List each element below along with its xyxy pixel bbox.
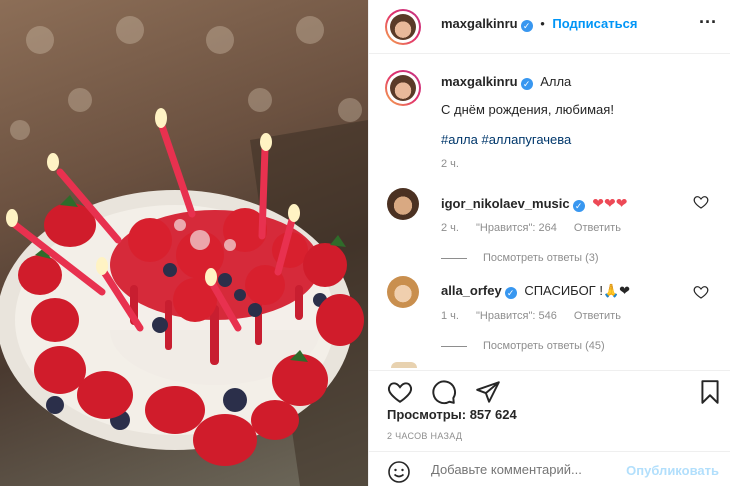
reply-button[interactable]: Ответить bbox=[574, 222, 621, 234]
replies-divider bbox=[441, 345, 467, 347]
comment-likes[interactable]: "Нравится": 264 bbox=[476, 222, 557, 234]
share-icon[interactable] bbox=[475, 379, 501, 405]
author-name-row: maxgalkinru ✓ • Подписаться bbox=[441, 16, 637, 32]
post-details-panel: maxgalkinru ✓ • Подписаться ··· maxgalkin… bbox=[368, 0, 730, 486]
add-comment-row: Опубликовать bbox=[369, 451, 730, 486]
commenter-username[interactable]: alla_orfey bbox=[441, 283, 502, 298]
comment-time: 1 ч. bbox=[441, 310, 459, 322]
comment-like-heart-icon[interactable] bbox=[693, 194, 709, 210]
publish-button[interactable]: Опубликовать bbox=[626, 463, 719, 478]
separator-dot: • bbox=[540, 16, 545, 31]
author-avatar[interactable] bbox=[385, 9, 421, 45]
follow-button[interactable]: Подписаться bbox=[552, 16, 637, 31]
commenter-avatar[interactable] bbox=[387, 188, 419, 220]
bookmark-icon[interactable] bbox=[697, 379, 723, 405]
comment-icon[interactable] bbox=[431, 379, 457, 405]
verified-badge-icon: ✓ bbox=[520, 78, 533, 90]
view-replies-button[interactable]: Посмотреть ответы (45) bbox=[441, 340, 605, 352]
comment-item: alla_orfey ✓ СПАСИБОГ !🙏❤ 1 ч. "Нравится"… bbox=[369, 276, 730, 356]
more-icon[interactable]: ··· bbox=[699, 12, 717, 33]
caption-greeting: С днём рождения, любимая! bbox=[441, 102, 614, 117]
comment-body: alla_orfey ✓ СПАСИБОГ !🙏❤ bbox=[441, 283, 630, 299]
verified-badge-icon: ✓ bbox=[520, 20, 533, 32]
comment-input[interactable] bbox=[431, 462, 621, 477]
comment-text: ❤❤❤ bbox=[592, 195, 628, 211]
post-header: maxgalkinru ✓ • Подписаться ··· bbox=[369, 0, 730, 54]
post-photo[interactable] bbox=[0, 0, 368, 486]
post-actions: Просмотры: 857 624 2 ЧАСОВ НАЗАД Опублик… bbox=[369, 370, 730, 486]
comment-meta: 2 ч. "Нравится": 264 Ответить bbox=[441, 222, 635, 234]
caption-author-avatar[interactable] bbox=[385, 70, 421, 106]
post-age: 2 ЧАСОВ НАЗАД bbox=[387, 431, 463, 441]
birthday-cake-image bbox=[0, 16, 368, 486]
caption-author-username[interactable]: maxgalkinru bbox=[441, 74, 518, 89]
verified-badge-icon: ✓ bbox=[572, 200, 585, 212]
comment-like-heart-icon[interactable] bbox=[693, 284, 709, 300]
commenter-username[interactable]: igor_nikolaev_music bbox=[441, 196, 570, 211]
replies-divider bbox=[441, 257, 467, 259]
smile-icon[interactable] bbox=[387, 460, 411, 484]
comment-item: igor_nikolaev_music ✓ ❤❤❤ 2 ч. "Нравится"… bbox=[369, 188, 730, 268]
commenter-avatar[interactable] bbox=[387, 276, 419, 308]
author-username[interactable]: maxgalkinru bbox=[441, 16, 518, 31]
caption-hashtags[interactable]: #алла #аллапугачева bbox=[441, 132, 571, 147]
caption-text: Алла bbox=[540, 74, 572, 89]
caption-header: maxgalkinru ✓ Алла bbox=[441, 74, 571, 90]
avatar-photo bbox=[390, 75, 416, 101]
verified-badge-icon: ✓ bbox=[504, 287, 517, 299]
comment-meta: 1 ч. "Нравится": 546 Ответить bbox=[441, 310, 635, 322]
view-replies-button[interactable]: Посмотреть ответы (3) bbox=[441, 252, 599, 264]
comment-likes[interactable]: "Нравится": 546 bbox=[476, 310, 557, 322]
views-count[interactable]: Просмотры: 857 624 bbox=[387, 407, 517, 422]
next-commenter-avatar bbox=[391, 362, 417, 368]
caption-timestamp: 2 ч. bbox=[441, 158, 459, 170]
reply-button[interactable]: Ответить bbox=[574, 310, 621, 322]
heart-icon[interactable] bbox=[387, 379, 413, 405]
comment-text: СПАСИБОГ !🙏❤ bbox=[524, 283, 631, 298]
comment-body: igor_nikolaev_music ✓ ❤❤❤ bbox=[441, 195, 627, 212]
view-replies-label: Посмотреть ответы (3) bbox=[483, 252, 599, 264]
avatar-photo bbox=[390, 14, 416, 40]
comment-time: 2 ч. bbox=[441, 222, 459, 234]
view-replies-label: Посмотреть ответы (45) bbox=[483, 340, 605, 352]
